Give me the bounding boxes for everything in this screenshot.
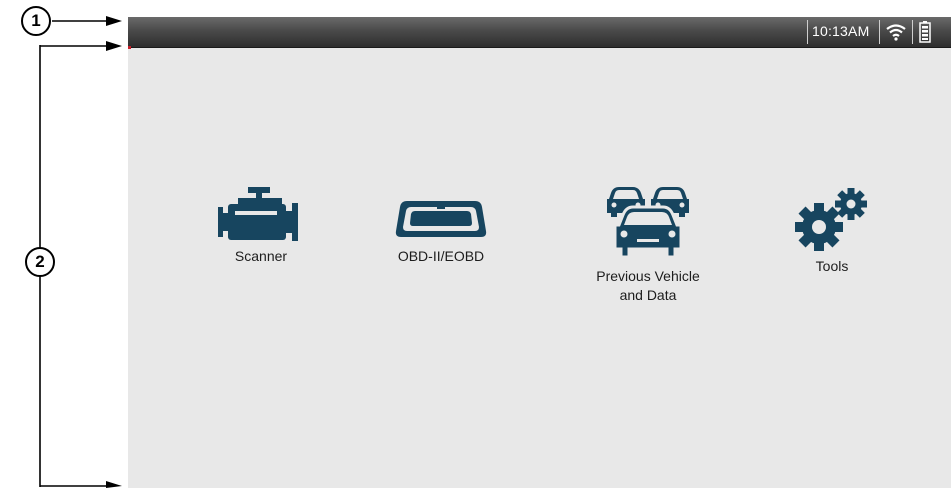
- app-label-tools: Tools: [815, 258, 849, 274]
- app-tools[interactable]: Tools: [757, 187, 907, 276]
- vehicles-icon: [607, 187, 689, 259]
- status-divider: [807, 20, 808, 44]
- engine-icon: [218, 187, 298, 241]
- gears-icon: [795, 188, 867, 251]
- app-label-obd-ii-eobd: OBD-II/EOBD: [397, 248, 485, 264]
- app-previous-vehicle-and-data[interactable]: Previous Vehicle and Data: [573, 187, 723, 305]
- status-bar: 10:13AM: [128, 17, 951, 48]
- callout-2: 2: [25, 247, 55, 277]
- status-divider: [879, 20, 880, 44]
- status-accent: [128, 46, 131, 49]
- app-label-previous-vehicle: Previous Vehicle: [596, 268, 700, 284]
- callout-1: 1: [21, 6, 51, 36]
- status-time: 10:13AM: [812, 23, 870, 39]
- wifi-icon: [886, 24, 906, 41]
- app-label-and-data: and Data: [619, 287, 677, 303]
- app-obd-ii-eobd[interactable]: OBD-II/EOBD: [366, 187, 516, 266]
- app-label-scanner: Scanner: [234, 248, 288, 264]
- device-screen: 10:13AM Scanner OBD-II/EOBD Previous Veh…: [128, 17, 951, 488]
- app-scanner[interactable]: Scanner: [186, 187, 336, 266]
- battery-icon: [919, 21, 931, 43]
- status-divider: [912, 20, 913, 44]
- obd-connector-icon: [395, 201, 487, 237]
